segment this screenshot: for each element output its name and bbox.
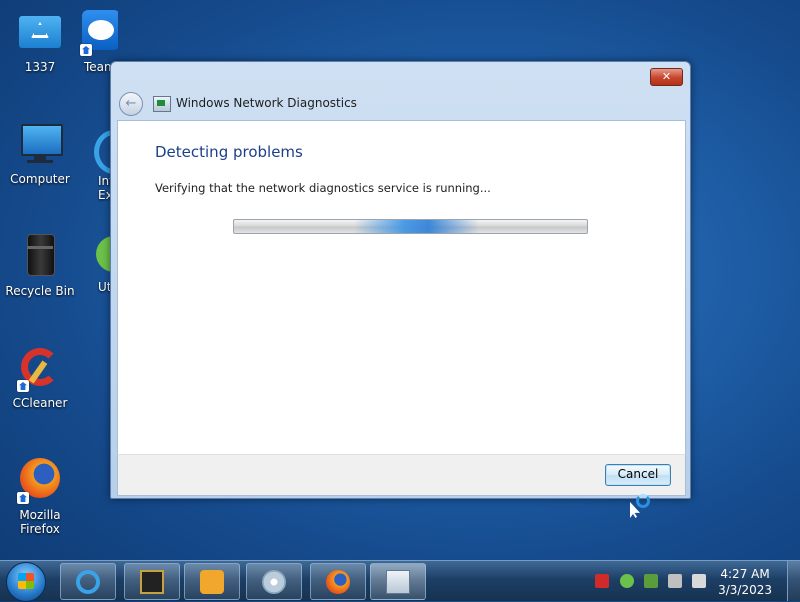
start-button[interactable] bbox=[6, 562, 46, 602]
internet-explorer-icon bbox=[76, 570, 100, 594]
utorrent-icon bbox=[88, 234, 110, 280]
desktop-icon-computer[interactable]: Computer bbox=[0, 122, 80, 186]
show-desktop-button[interactable] bbox=[787, 561, 800, 601]
shield-icon[interactable] bbox=[595, 574, 609, 588]
clock[interactable]: 4:27 AM 3/3/2023 bbox=[718, 566, 772, 598]
desktop-icon-ccleaner[interactable]: CCleaner bbox=[0, 346, 80, 410]
close-button[interactable]: ✕ bbox=[650, 68, 683, 86]
taskbar-app-monitor[interactable] bbox=[124, 563, 180, 600]
clock-time: 4:27 AM bbox=[720, 567, 770, 581]
media-player-icon bbox=[200, 570, 224, 594]
desktop-icon-label: CCleaner bbox=[12, 396, 68, 410]
desktop-icon-internet-explorer[interactable]: Int Ex bbox=[88, 128, 110, 202]
volume-muted-icon[interactable] bbox=[692, 574, 706, 588]
folder-icon bbox=[17, 10, 63, 56]
taskbar-media-player[interactable] bbox=[184, 563, 240, 600]
network-diagnostics-icon bbox=[153, 96, 171, 112]
computer-icon bbox=[17, 122, 63, 168]
taskbar-firefox[interactable] bbox=[310, 563, 366, 600]
recycle-bin-icon bbox=[17, 234, 63, 280]
arrow-left-icon: ← bbox=[125, 96, 137, 111]
progress-bar bbox=[233, 219, 588, 234]
network-icon[interactable] bbox=[668, 574, 682, 588]
dialog-footer: Cancel bbox=[117, 454, 686, 496]
desktop-icon-firefox[interactable]: Mozilla Firefox bbox=[0, 458, 80, 536]
desktop-icon-label: Recycle Bin bbox=[5, 284, 75, 298]
taskbar: 4:27 AM 3/3/2023 bbox=[0, 560, 800, 602]
desktop-icon-label: 1337 bbox=[24, 60, 56, 74]
status-text: Verifying that the network diagnostics s… bbox=[155, 181, 491, 195]
desktop-icon-label: Computer bbox=[10, 172, 70, 186]
taskbar-internet-explorer[interactable] bbox=[60, 563, 116, 600]
shortcut-arrow-icon bbox=[17, 492, 29, 504]
taskbar-disc-app[interactable] bbox=[246, 563, 302, 600]
desktop-icon-recycle-bin[interactable]: Recycle Bin bbox=[0, 234, 80, 298]
monitor-icon bbox=[140, 570, 164, 594]
desktop-icon-label: Mozilla Firefox bbox=[19, 508, 61, 536]
cancel-button[interactable]: Cancel bbox=[605, 464, 671, 486]
firefox-icon bbox=[326, 570, 350, 594]
utorrent-icon[interactable] bbox=[620, 574, 634, 588]
ccleaner-icon bbox=[17, 346, 63, 392]
network-diagnostics-window: ✕ ← Windows Network Diagnostics Detectin… bbox=[110, 61, 691, 499]
internet-explorer-icon bbox=[88, 128, 110, 174]
window-title: Windows Network Diagnostics bbox=[176, 96, 357, 110]
back-button[interactable]: ← bbox=[119, 92, 143, 116]
desktop-icon-1337[interactable]: 1337 bbox=[0, 10, 80, 74]
desktop-icon-utorrent[interactable]: Ut bbox=[88, 234, 110, 294]
busy-spinner-icon bbox=[636, 494, 650, 508]
dialog-content: Detecting problems Verifying that the ne… bbox=[117, 120, 686, 456]
desktop-icon-label: Int Ex bbox=[98, 174, 110, 202]
clock-date: 3/3/2023 bbox=[718, 583, 772, 597]
taskbar-network-diagnostics[interactable] bbox=[370, 563, 426, 600]
firefox-icon bbox=[17, 458, 63, 504]
action-center-icon[interactable] bbox=[644, 574, 658, 588]
network-diagnostics-icon bbox=[386, 570, 410, 594]
page-title: Detecting problems bbox=[155, 143, 303, 161]
shortcut-arrow-icon bbox=[17, 380, 29, 392]
teamviewer-icon bbox=[78, 10, 118, 56]
shortcut-arrow-icon bbox=[80, 44, 92, 56]
disc-icon bbox=[262, 570, 286, 594]
progress-marquee bbox=[354, 220, 479, 233]
desktop-icon-label: Ut bbox=[98, 280, 110, 294]
